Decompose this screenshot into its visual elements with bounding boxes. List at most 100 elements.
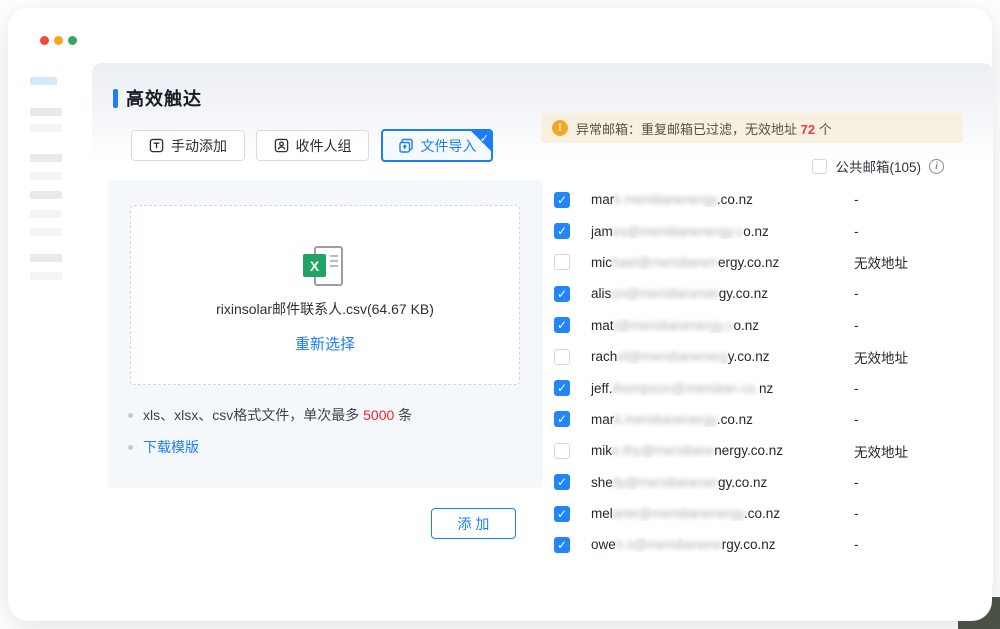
upload-panel: X rixinsolar邮件联系人.csv(64.67 KB) 重新选择 xls… (108, 180, 543, 488)
email-row: james@meridianenergy.co.nz - (547, 215, 977, 246)
public-mailbox-row: 公共邮箱(105) i (812, 156, 944, 176)
bullet-dot (128, 413, 133, 418)
blurred-email-segment: hael@meridianen (612, 255, 718, 270)
email-address: james@meridianenergy.co.nz (591, 224, 846, 239)
max-count: 5000 (363, 407, 394, 423)
download-template-link[interactable]: 下载模版 (143, 437, 199, 457)
email-row: melanie@meridianenergy.co.nz - (547, 498, 977, 529)
sidebar-item[interactable] (30, 272, 62, 280)
file-dropzone[interactable]: X rixinsolar邮件联系人.csv(64.67 KB) 重新选择 (130, 205, 520, 385)
page-title-bar: 高效触达 (113, 85, 202, 111)
sidebar-item[interactable] (30, 191, 62, 199)
page-title: 高效触达 (126, 85, 202, 111)
add-button[interactable]: 添 加 (431, 508, 516, 539)
checkmark-icon: ✓ (480, 132, 489, 145)
blurred-email-segment: k.meridianenergy (614, 192, 717, 207)
sidebar-item[interactable] (30, 154, 62, 162)
email-status: - (854, 475, 859, 490)
email-status: - (854, 506, 859, 521)
email-address: jeff.thompson@meridian co.nz (591, 381, 846, 396)
email-status: 无效地址 (854, 347, 908, 367)
row-checkbox[interactable] (554, 349, 570, 365)
email-row: mark.meridianenergy.co.nz - (547, 184, 977, 215)
manual-add-icon (149, 138, 164, 153)
tab-manual-add[interactable]: 手动添加 (131, 130, 245, 161)
row-checkbox[interactable] (554, 286, 570, 302)
desktop: 高效触达 手动添加 收件人组 (0, 0, 1000, 629)
sidebar-item[interactable] (30, 124, 62, 132)
blurred-email-segment: e.thy@meridiane (612, 443, 714, 458)
recipient-group-icon (274, 138, 289, 153)
public-mailbox-label: 公共邮箱(105) (835, 156, 921, 176)
template-row: 下载模版 (128, 437, 199, 457)
email-list: mark.meridianenergy.co.nz - james@meridi… (547, 184, 977, 561)
row-checkbox[interactable] (554, 380, 570, 396)
tab-file-import[interactable]: 文件导入 ✓ (381, 129, 493, 162)
sidebar-item[interactable] (30, 210, 62, 218)
email-address: mike.thy@meridianenergy.co.nz (591, 443, 846, 458)
invalid-count: 72 (801, 122, 815, 137)
blurred-email-segment: t@meridianenergy.c (614, 318, 734, 333)
email-row: michael@meridianenergy.co.nz 无效地址 (547, 247, 977, 278)
app-window: 高效触达 手动添加 收件人组 (8, 8, 992, 621)
reselect-link[interactable]: 重新选择 (295, 333, 355, 354)
email-address: mark.meridianenergy.co.nz (591, 412, 846, 427)
main-panel: 高效触达 手动添加 收件人组 (92, 63, 993, 590)
info-icon[interactable]: i (929, 159, 944, 174)
row-checkbox[interactable] (554, 443, 570, 459)
row-checkbox[interactable] (554, 317, 570, 333)
email-status: - (854, 192, 859, 207)
email-address: mark.meridianenergy.co.nz (591, 192, 846, 207)
close-window-icon[interactable] (40, 36, 49, 45)
row-checkbox[interactable] (554, 254, 570, 270)
sidebar-item[interactable] (30, 108, 62, 116)
email-row: rachel@meridianenergy.co.nz 无效地址 (547, 341, 977, 372)
tab-label: 手动添加 (171, 136, 227, 156)
sidebar-item-active[interactable] (30, 77, 57, 85)
email-row: owen.s@meridianenergy.co.nz - (547, 529, 977, 560)
email-address: alison@meridianenergy.co.nz (591, 286, 846, 301)
uploaded-filename: rixinsolar邮件联系人.csv(64.67 KB) (216, 299, 434, 319)
email-row: matt@meridianenergy.co.nz - (547, 310, 977, 341)
blurred-email-segment: n.s@meridianene (616, 537, 722, 552)
email-status: 无效地址 (854, 441, 908, 461)
row-checkbox[interactable] (554, 411, 570, 427)
row-checkbox[interactable] (554, 474, 570, 490)
row-checkbox[interactable] (554, 537, 570, 553)
window-controls (40, 36, 77, 45)
format-hint: xls、xlsx、csv格式文件，单次最多 5000 条 (143, 405, 412, 425)
email-row: alison@meridianenergy.co.nz - (547, 278, 977, 309)
tab-recipient-group[interactable]: 收件人组 (256, 130, 369, 161)
sidebar-item[interactable] (30, 228, 62, 236)
sidebar-item[interactable] (30, 172, 62, 180)
email-address: michael@meridianenergy.co.nz (591, 255, 846, 270)
email-status: - (854, 318, 859, 333)
warning-icon: ! (552, 120, 568, 136)
format-hint-row: xls、xlsx、csv格式文件，单次最多 5000 条 (128, 405, 412, 425)
email-address: owen.s@meridianenergy.co.nz (591, 537, 846, 552)
row-checkbox[interactable] (554, 506, 570, 522)
minimize-window-icon[interactable] (54, 36, 63, 45)
title-accent-bar (113, 89, 118, 108)
sidebar-item[interactable] (30, 254, 62, 262)
blurred-email-segment: thompson@meridian co. (613, 381, 760, 396)
excel-x-badge: X (303, 254, 326, 277)
email-address: rachel@meridianenergy.co.nz (591, 349, 846, 364)
email-row: mike.thy@meridianenergy.co.nz 无效地址 (547, 435, 977, 466)
email-status: - (854, 412, 859, 427)
email-status: 无效地址 (854, 252, 908, 272)
row-checkbox[interactable] (554, 192, 570, 208)
email-row: mark.meridianenergy.co.nz - (547, 404, 977, 435)
email-status: - (854, 381, 859, 396)
public-mailbox-checkbox[interactable] (812, 159, 827, 174)
email-status: - (854, 537, 859, 552)
row-checkbox[interactable] (554, 223, 570, 239)
email-status: - (854, 286, 859, 301)
email-row: jeff.thompson@meridian co.nz - (547, 372, 977, 403)
email-address: matt@meridianenergy.co.nz (591, 318, 846, 333)
blurred-email-segment: anie@meridianenergy (613, 506, 744, 521)
blurred-email-segment: es@meridianenergy.c (613, 224, 744, 239)
email-status: - (854, 224, 859, 239)
banner-text: 异常邮箱：重复邮箱已过滤，无效地址 72 个 (576, 119, 832, 138)
maximize-window-icon[interactable] (68, 36, 77, 45)
